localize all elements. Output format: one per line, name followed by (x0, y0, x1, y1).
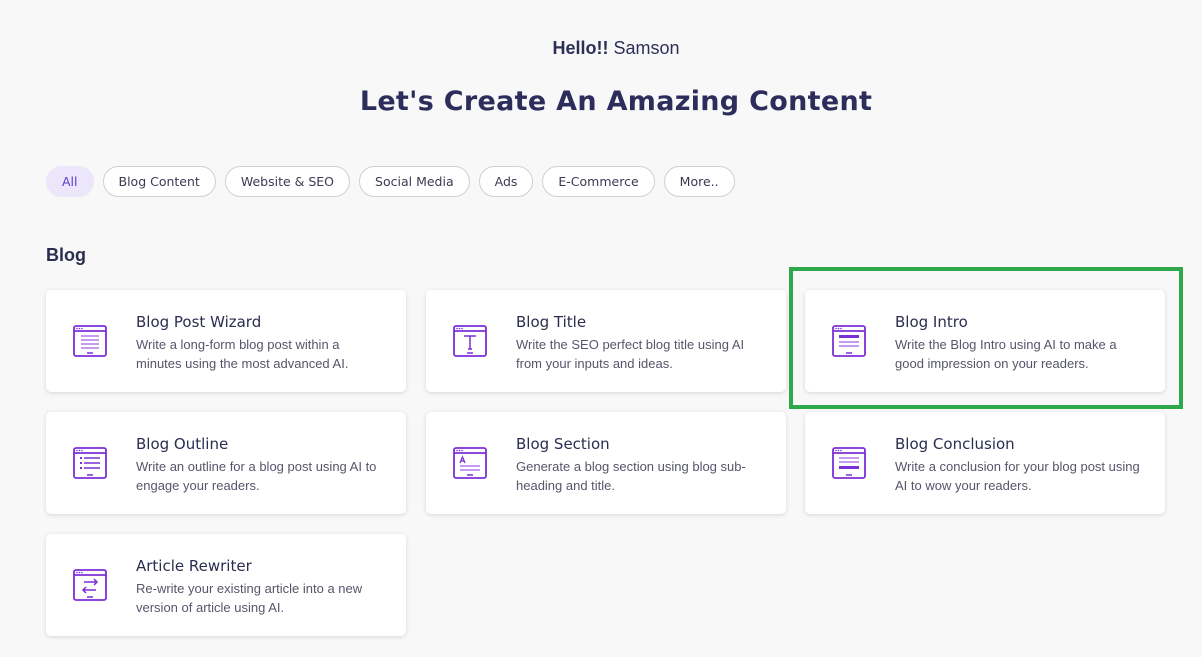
card-blog-title[interactable]: Blog Title Write the SEO perfect blog ti… (426, 290, 786, 392)
bullet-list-icon (73, 447, 107, 479)
filter-social-media[interactable]: Social Media (359, 166, 470, 197)
card-description: Generate a blog section using blog sub-h… (516, 459, 746, 493)
text-title-icon (453, 325, 487, 357)
card-description: Write a long-form blog post within a min… (136, 337, 349, 371)
card-description: Write the SEO perfect blog title using A… (516, 337, 745, 371)
card-description: Re-write your existing article into a ne… (136, 581, 363, 615)
conclusion-document-icon (832, 447, 866, 479)
card-blog-section[interactable]: Blog Section Generate a blog section usi… (426, 412, 786, 514)
card-title: Article Rewriter (136, 557, 252, 575)
card-title: Blog Post Wizard (136, 313, 262, 331)
category-filters: All Blog Content Website & SEO Social Me… (46, 166, 735, 197)
card-title: Blog Intro (895, 313, 968, 331)
card-title: Blog Conclusion (895, 435, 1015, 453)
greeting-username: Samson (613, 38, 680, 58)
filter-e-commerce[interactable]: E-Commerce (542, 166, 655, 197)
greeting-hello: Hello!! (552, 38, 609, 58)
card-blog-conclusion[interactable]: Blog Conclusion Write a conclusion for y… (805, 412, 1165, 514)
card-title: Blog Section (516, 435, 610, 453)
intro-document-icon (832, 325, 866, 357)
filter-all[interactable]: All (46, 166, 94, 197)
swap-arrows-icon (73, 569, 107, 601)
card-title: Blog Outline (136, 435, 229, 453)
document-lines-icon (73, 325, 107, 357)
card-description: Write a conclusion for your blog post us… (895, 459, 1140, 493)
filter-website-seo[interactable]: Website & SEO (224, 166, 351, 197)
greeting: Hello!! Samson (0, 38, 1202, 59)
filter-ads[interactable]: Ads (478, 166, 534, 197)
card-description: Write an outline for a blog post using A… (136, 459, 377, 493)
card-description: Write the Blog Intro using AI to make a … (895, 337, 1117, 371)
page-headline: Let's Create An Amazing Content (359, 86, 873, 117)
section-title-blog: Blog (46, 245, 86, 265)
filter-more[interactable]: More.. (663, 166, 735, 197)
card-article-rewriter[interactable]: Article Rewriter Re-write your existing … (46, 534, 406, 636)
card-blog-outline[interactable]: Blog Outline Write an outline for a blog… (46, 412, 406, 514)
filter-blog-content[interactable]: Blog Content (102, 166, 216, 197)
section-document-icon (453, 447, 487, 479)
card-title: Blog Title (516, 313, 587, 331)
card-blog-intro[interactable]: Blog Intro Write the Blog Intro using AI… (805, 290, 1165, 392)
card-blog-post-wizard[interactable]: Blog Post Wizard Write a long-form blog … (46, 290, 406, 392)
